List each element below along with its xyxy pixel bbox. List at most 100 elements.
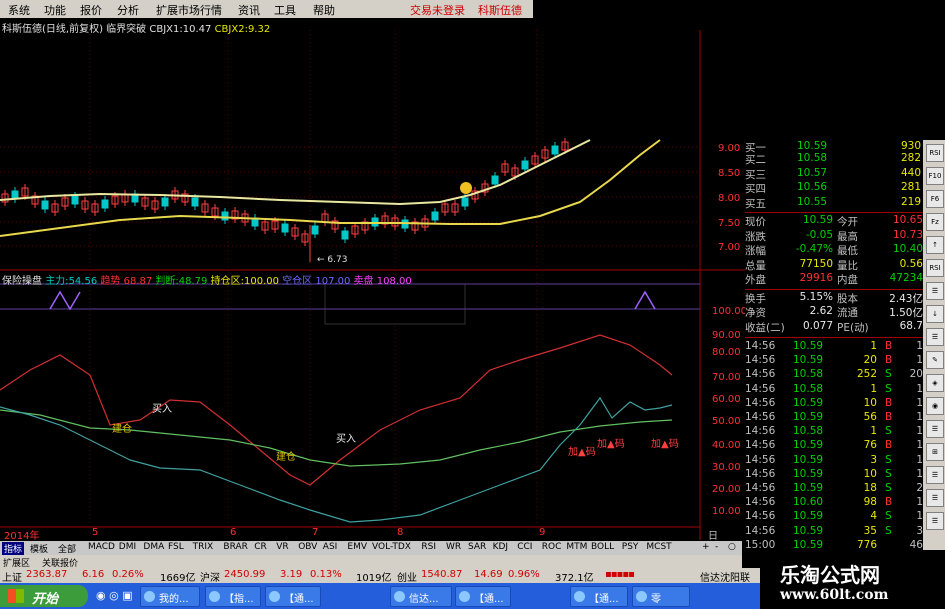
hs-percent: 0.13% xyxy=(310,569,342,580)
taskbar-window-button[interactable]: 零 xyxy=(632,586,690,607)
tab-control-button[interactable]: - xyxy=(715,542,718,552)
taskbar-window-button[interactable]: 【通... xyxy=(455,586,511,607)
taskbar-window-button[interactable]: 【通... xyxy=(265,586,321,607)
bid-price: 10.57 xyxy=(797,166,828,179)
side-tool-button[interactable]: ✎ xyxy=(926,351,944,369)
indicator-axis: 100.00 90.00 80.00 70.00 60.00 50.00 40.… xyxy=(712,306,745,517)
annotation-add: 加▲码 xyxy=(651,438,679,450)
taskbar-window-button[interactable]: 信达... xyxy=(390,586,452,607)
tab-left[interactable]: 模板 xyxy=(30,542,48,555)
bid-label: 买五 xyxy=(745,197,766,210)
indicator-tab[interactable]: FSL xyxy=(168,542,184,552)
tab-control-button[interactable]: ○ xyxy=(728,542,736,552)
indicator-tab[interactable]: ROC xyxy=(542,542,562,552)
menu-item-ext-market[interactable]: 扩展市场行情 xyxy=(156,2,222,18)
indicator-tick: 80.00 xyxy=(712,347,741,358)
indicator-tab[interactable]: VR xyxy=(276,542,288,552)
indicator-tick: 100.00 xyxy=(712,306,745,317)
indicator-tab[interactable]: BRAR xyxy=(223,542,247,552)
quicklaunch-icons[interactable]: ◉ ◎ ▣ xyxy=(96,589,133,602)
bid-price: 10.56 xyxy=(797,181,828,193)
side-tool-button[interactable]: ☰ xyxy=(926,420,944,438)
indicator-tab[interactable]: PSY xyxy=(622,542,639,552)
bid-label: 买二 xyxy=(745,154,766,166)
side-tool-button[interactable]: Fz xyxy=(926,213,944,231)
menu-item-tools[interactable]: 工具 xyxy=(274,2,296,18)
tick-time: 14:56 xyxy=(745,510,776,523)
side-tool-button[interactable]: ⊞ xyxy=(926,443,944,461)
candle-body xyxy=(71,195,79,205)
taskbar-window-button[interactable]: 我的... xyxy=(140,586,200,607)
candle-body xyxy=(101,199,109,209)
stat-label: 现价 xyxy=(745,216,766,228)
menu-item-quote[interactable]: 报价 xyxy=(80,2,102,18)
low-price-label: ← 6.73 xyxy=(317,255,347,265)
indicator-tab[interactable]: WR xyxy=(446,542,461,552)
indicator-tab[interactable]: RSI xyxy=(421,542,436,552)
trade-status[interactable]: 交易未登录 xyxy=(410,2,465,18)
side-tool-button[interactable]: ☰ xyxy=(926,512,944,530)
tick-count: 1 xyxy=(916,439,923,452)
hold-label: 持仓区: xyxy=(210,276,244,287)
tab-left[interactable]: 指标 xyxy=(2,542,25,555)
side-tool-button[interactable]: ☰ xyxy=(926,466,944,484)
menu-item-news[interactable]: 资讯 xyxy=(238,2,260,18)
server-name[interactable]: 信达沈阳联 xyxy=(700,569,750,584)
tick-side: S xyxy=(885,510,892,523)
menu-item-system[interactable]: 系统 xyxy=(8,2,30,18)
indicator-tab[interactable]: DMA xyxy=(143,542,164,552)
taskbar-window-button[interactable]: 【指... xyxy=(205,586,261,607)
menu-item-analysis[interactable]: 分析 xyxy=(117,2,139,18)
start-button[interactable]: 开始 xyxy=(0,585,88,607)
indicator-tab[interactable]: MCST xyxy=(646,542,671,552)
stat-value: 47234 xyxy=(889,272,923,284)
indicator-tab[interactable]: SAR xyxy=(468,542,486,552)
indicator-tab[interactable]: DMI xyxy=(119,542,136,552)
tick-side: B xyxy=(885,340,893,352)
indicator-tab[interactable]: MACD xyxy=(88,542,115,552)
trade-tick-row: 14:56 10.59 1 B 1 xyxy=(745,340,923,355)
side-tool-button[interactable]: F10 xyxy=(926,167,944,185)
hold-value: 100.00 xyxy=(243,276,279,287)
indicator-tab[interactable]: CR xyxy=(254,542,267,552)
indicator-tab[interactable]: EMV xyxy=(347,542,367,552)
stat-value: 10.73 xyxy=(892,228,923,241)
side-tool-button[interactable]: ↑ xyxy=(926,236,944,254)
side-tool-button[interactable]: RSI xyxy=(926,259,944,277)
indicator-tab[interactable]: TRIX xyxy=(193,542,214,552)
candle-body xyxy=(551,145,559,155)
side-tool-button[interactable]: F6 xyxy=(926,190,944,208)
tick-side: S xyxy=(885,453,892,466)
menu-item-help[interactable]: 帮助 xyxy=(313,2,335,18)
side-tool-button[interactable]: ☰ xyxy=(926,282,944,300)
indicator-tab[interactable]: CCI xyxy=(517,542,532,552)
tick-volume: 1 xyxy=(870,382,877,395)
indicator-tab[interactable]: MTM xyxy=(566,542,587,552)
indicator-tab[interactable]: BOLL xyxy=(591,542,614,552)
indicator-tab[interactable]: OBV xyxy=(298,542,317,552)
price-tick: 7.50 xyxy=(718,218,740,229)
candle-body xyxy=(521,160,529,170)
side-tool-button[interactable]: ↓ xyxy=(926,305,944,323)
side-tool-button[interactable]: ◉ xyxy=(926,397,944,415)
indicator-tab[interactable]: VOL-TDX xyxy=(372,542,411,552)
side-tool-button[interactable]: ☰ xyxy=(926,328,944,346)
side-tool-button[interactable]: ◈ xyxy=(926,374,944,392)
tab-left[interactable]: 全部 xyxy=(58,542,76,555)
sh-label: 上证 xyxy=(2,573,22,584)
window-icon xyxy=(394,591,405,602)
menu-item-function[interactable]: 功能 xyxy=(44,2,66,18)
taskbar-window-button[interactable]: 【通... xyxy=(570,586,628,607)
indicator-tick: 20.00 xyxy=(712,484,741,495)
tab-control-button[interactable]: + xyxy=(702,542,710,552)
sell-label: 卖盘 xyxy=(353,276,374,287)
price-tick: 7.00 xyxy=(718,242,740,253)
price-tick: 8.50 xyxy=(718,168,740,179)
side-tool-button[interactable]: ☰ xyxy=(926,489,944,507)
stat-row: 收益(二) 0.077 PE(动) 68.7 xyxy=(745,320,923,335)
tick-time: 15:00 xyxy=(745,538,776,551)
tick-price: 10.59 xyxy=(793,453,824,466)
indicator-tab[interactable]: ASI xyxy=(323,542,338,552)
side-tool-button[interactable]: RSI xyxy=(926,144,944,162)
indicator-tab[interactable]: KDJ xyxy=(493,542,509,552)
